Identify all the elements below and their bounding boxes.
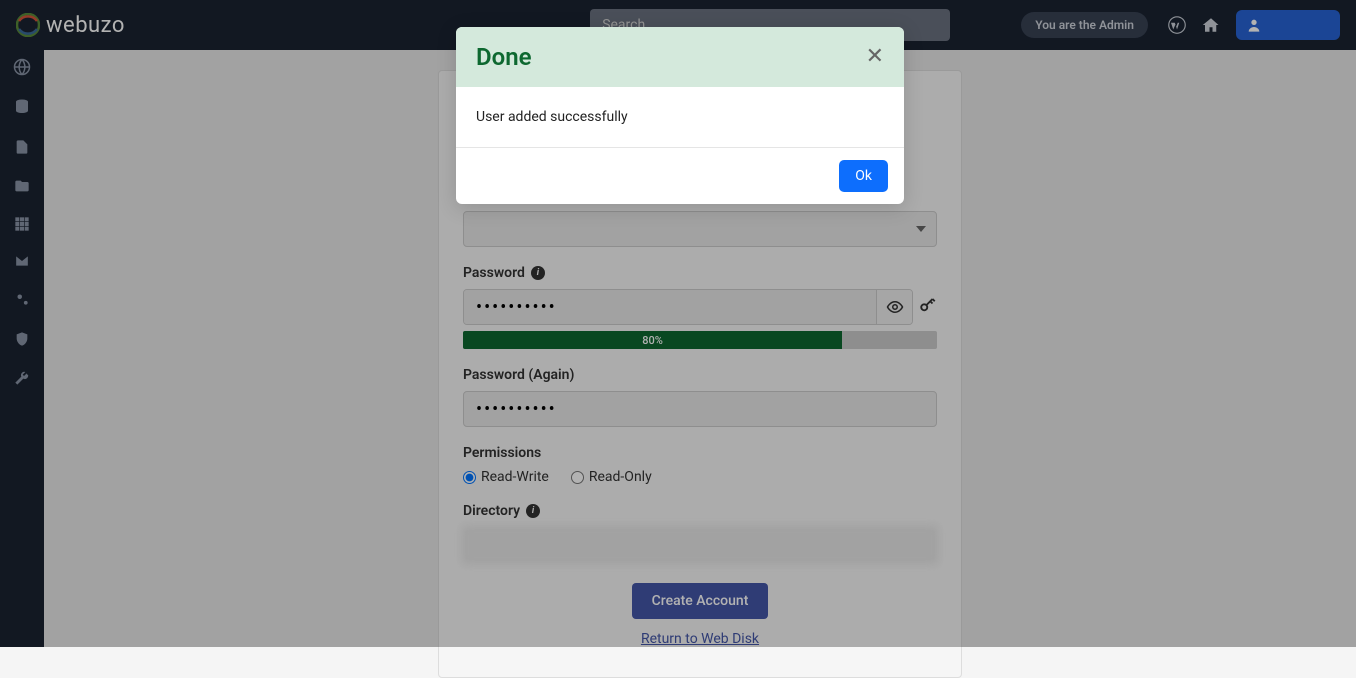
modal-ok-button[interactable]: Ok [839,160,888,192]
modal-close-button[interactable]: ✕ [866,46,884,68]
modal-header: Done ✕ [456,27,904,87]
modal-message: User added successfully [456,87,904,148]
success-modal: Done ✕ User added successfully Ok [456,27,904,204]
close-icon: ✕ [866,44,884,69]
modal-title: Done [476,43,532,71]
modal-footer: Ok [456,148,904,204]
